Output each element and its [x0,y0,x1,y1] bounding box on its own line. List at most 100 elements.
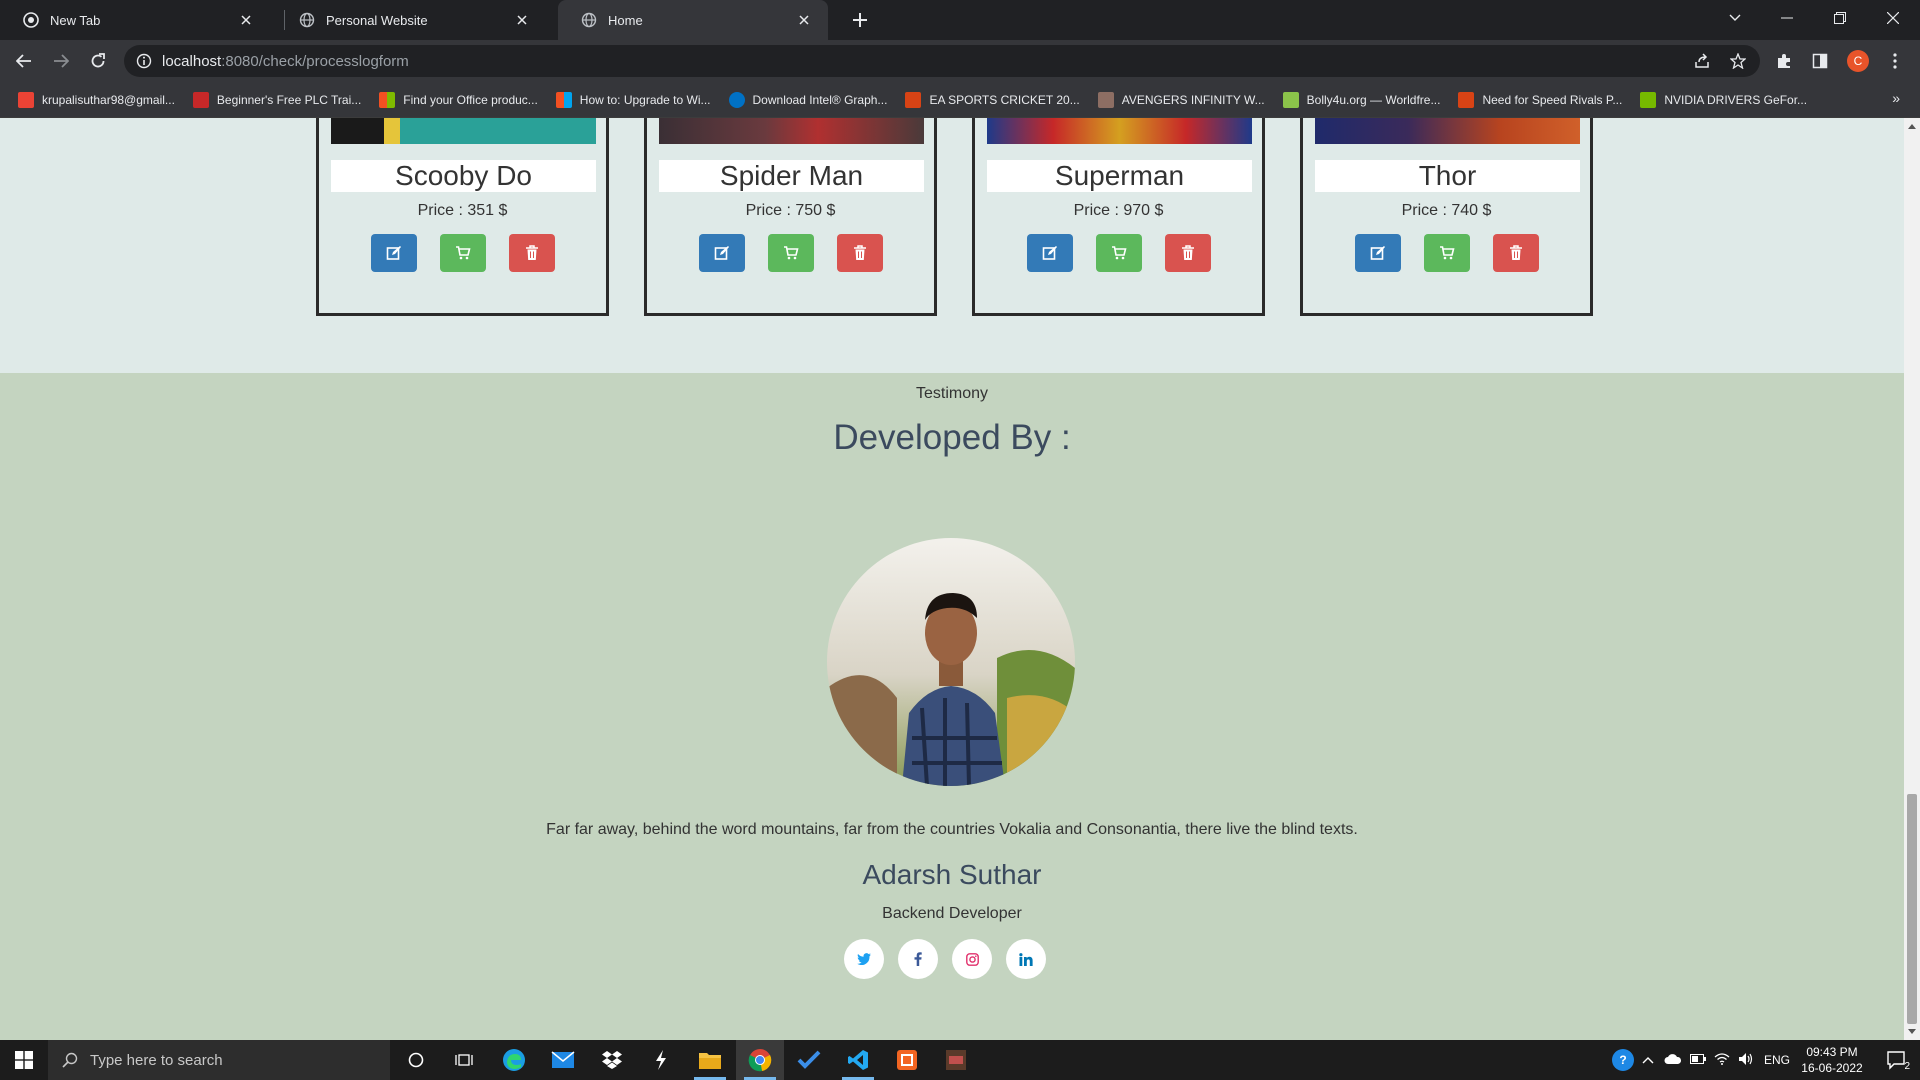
bookmark-item[interactable]: AVENGERS INFINITY W... [1097,91,1265,108]
linkedin-icon [1019,952,1033,966]
scroll-up-arrow-icon[interactable] [1908,124,1916,129]
bookmark-item[interactable]: Need for Speed Rivals P... [1458,91,1622,108]
chrome-taskbar-icon[interactable] [736,1040,784,1080]
bookmark-item[interactable]: krupalisuthar98@gmail... [18,91,175,108]
bookmark-item[interactable]: Download Intel® Graph... [728,91,887,108]
developer-photo [827,538,1075,786]
star-icon [1730,53,1746,69]
tab-title: New Tab [50,12,101,28]
vscode-taskbar-icon[interactable] [834,1040,882,1080]
edit-icon [1042,246,1057,260]
scrollbar-thumb[interactable] [1907,794,1917,1024]
todo-taskbar-icon[interactable] [785,1040,833,1080]
gmail-icon [18,91,34,108]
help-icon[interactable]: ? [1612,1049,1634,1071]
game-taskbar-icon[interactable] [932,1040,980,1080]
menu-button[interactable] [1879,45,1911,77]
battery-icon[interactable] [1690,1053,1706,1067]
extensions-button[interactable] [1768,45,1800,77]
onedrive-icon[interactable] [1664,1053,1682,1068]
bookmark-item[interactable]: How to: Upgrade to Wi... [555,91,711,108]
url-path: :8080/check/processlogform [221,52,409,70]
address-bar[interactable]: localhost:8080/check/processlogform [124,45,1760,77]
clock[interactable]: 09:43 PM 16-06-2022 [1796,1044,1868,1076]
tab-home[interactable]: Home [558,0,828,40]
edit-button[interactable] [699,234,745,272]
bookmarks-overflow-button[interactable]: » [1892,90,1900,106]
site-favicon-icon [1097,91,1114,108]
add-to-cart-button[interactable] [1096,234,1142,272]
forward-button[interactable] [45,45,77,77]
search-placeholder: Type here to search [90,1051,223,1069]
volume-icon[interactable] [1738,1052,1754,1069]
product-image [1315,118,1580,144]
profile-avatar[interactable]: C [1847,50,1869,72]
file-explorer-taskbar-icon[interactable] [686,1040,734,1080]
task-view-button[interactable] [440,1040,488,1080]
close-icon[interactable] [236,10,256,30]
start-button[interactable] [0,1040,48,1080]
delete-button[interactable] [1165,234,1211,272]
new-tab-button[interactable] [848,8,872,32]
bookmark-label: NVIDIA DRIVERS GeFor... [1664,92,1808,107]
edit-icon [714,246,729,260]
bookmark-label: krupalisuthar98@gmail... [42,92,175,107]
bookmark-star-button[interactable] [1722,45,1754,77]
side-panel-button[interactable] [1804,45,1836,77]
bookmark-item[interactable]: Find your Office produc... [379,91,538,108]
facebook-icon [914,952,922,966]
wifi-icon[interactable] [1714,1052,1730,1068]
add-to-cart-button[interactable] [440,234,486,272]
reload-button[interactable] [82,45,114,77]
notification-center-button[interactable]: 2 [1872,1040,1920,1080]
delete-button[interactable] [837,234,883,272]
product-image [331,118,596,144]
add-to-cart-button[interactable] [768,234,814,272]
chevron-up-icon[interactable] [1642,1053,1654,1067]
page-scrollbar[interactable] [1904,118,1920,1040]
linkedin-link[interactable] [1006,939,1046,979]
back-button[interactable] [8,45,40,77]
product-card: Thor Price : 740 $ [1300,118,1593,316]
close-window-button[interactable] [1868,0,1918,36]
language-indicator[interactable]: ENG [1764,1053,1790,1067]
instagram-icon [965,952,979,966]
dropbox-taskbar-icon[interactable] [588,1040,636,1080]
tab-new-tab[interactable]: New Tab [0,0,270,40]
tab-personal-website[interactable]: Personal Website [276,0,546,40]
minimize-button[interactable] [1762,0,1812,36]
close-icon[interactable] [512,10,532,30]
bookmark-item[interactable]: Bolly4u.org — Worldfre... [1282,91,1440,108]
system-tray: ? ENG [1612,1040,1790,1080]
add-to-cart-button[interactable] [1424,234,1470,272]
site-favicon-icon [1282,91,1299,108]
edit-button[interactable] [1027,234,1073,272]
product-price: Price : 351 $ [417,202,508,219]
edge-taskbar-icon[interactable] [490,1040,538,1080]
bookmark-label: EA SPORTS CRICKET 20... [929,92,1080,107]
bookmark-label: AVENGERS INFINITY W... [1121,92,1265,107]
social-links [844,939,1046,979]
close-icon[interactable] [794,10,814,30]
edit-button[interactable] [1355,234,1401,272]
info-icon[interactable] [136,53,152,69]
mail-taskbar-icon[interactable] [539,1040,587,1080]
restore-button[interactable] [1815,0,1865,36]
tab-search-button[interactable] [1710,0,1760,36]
edit-button[interactable] [371,234,417,272]
bookmark-item[interactable]: Beginner's Free PLC Trai... [192,91,361,108]
twitter-link[interactable] [844,939,884,979]
app-taskbar-icon[interactable] [637,1040,685,1080]
delete-button[interactable] [1493,234,1539,272]
cortana-button[interactable] [392,1040,440,1080]
taskbar-search[interactable]: Type here to search [48,1040,390,1080]
delete-button[interactable] [509,234,555,272]
app-orange-taskbar-icon[interactable] [883,1040,931,1080]
scroll-down-arrow-icon[interactable] [1908,1029,1916,1034]
share-button[interactable] [1686,45,1718,77]
bookmark-item[interactable]: EA SPORTS CRICKET 20... [905,91,1080,108]
facebook-link[interactable] [898,939,938,979]
bookmark-item[interactable]: NVIDIA DRIVERS GeFor... [1640,91,1808,108]
kebab-menu-icon [1893,53,1897,69]
instagram-link[interactable] [952,939,992,979]
